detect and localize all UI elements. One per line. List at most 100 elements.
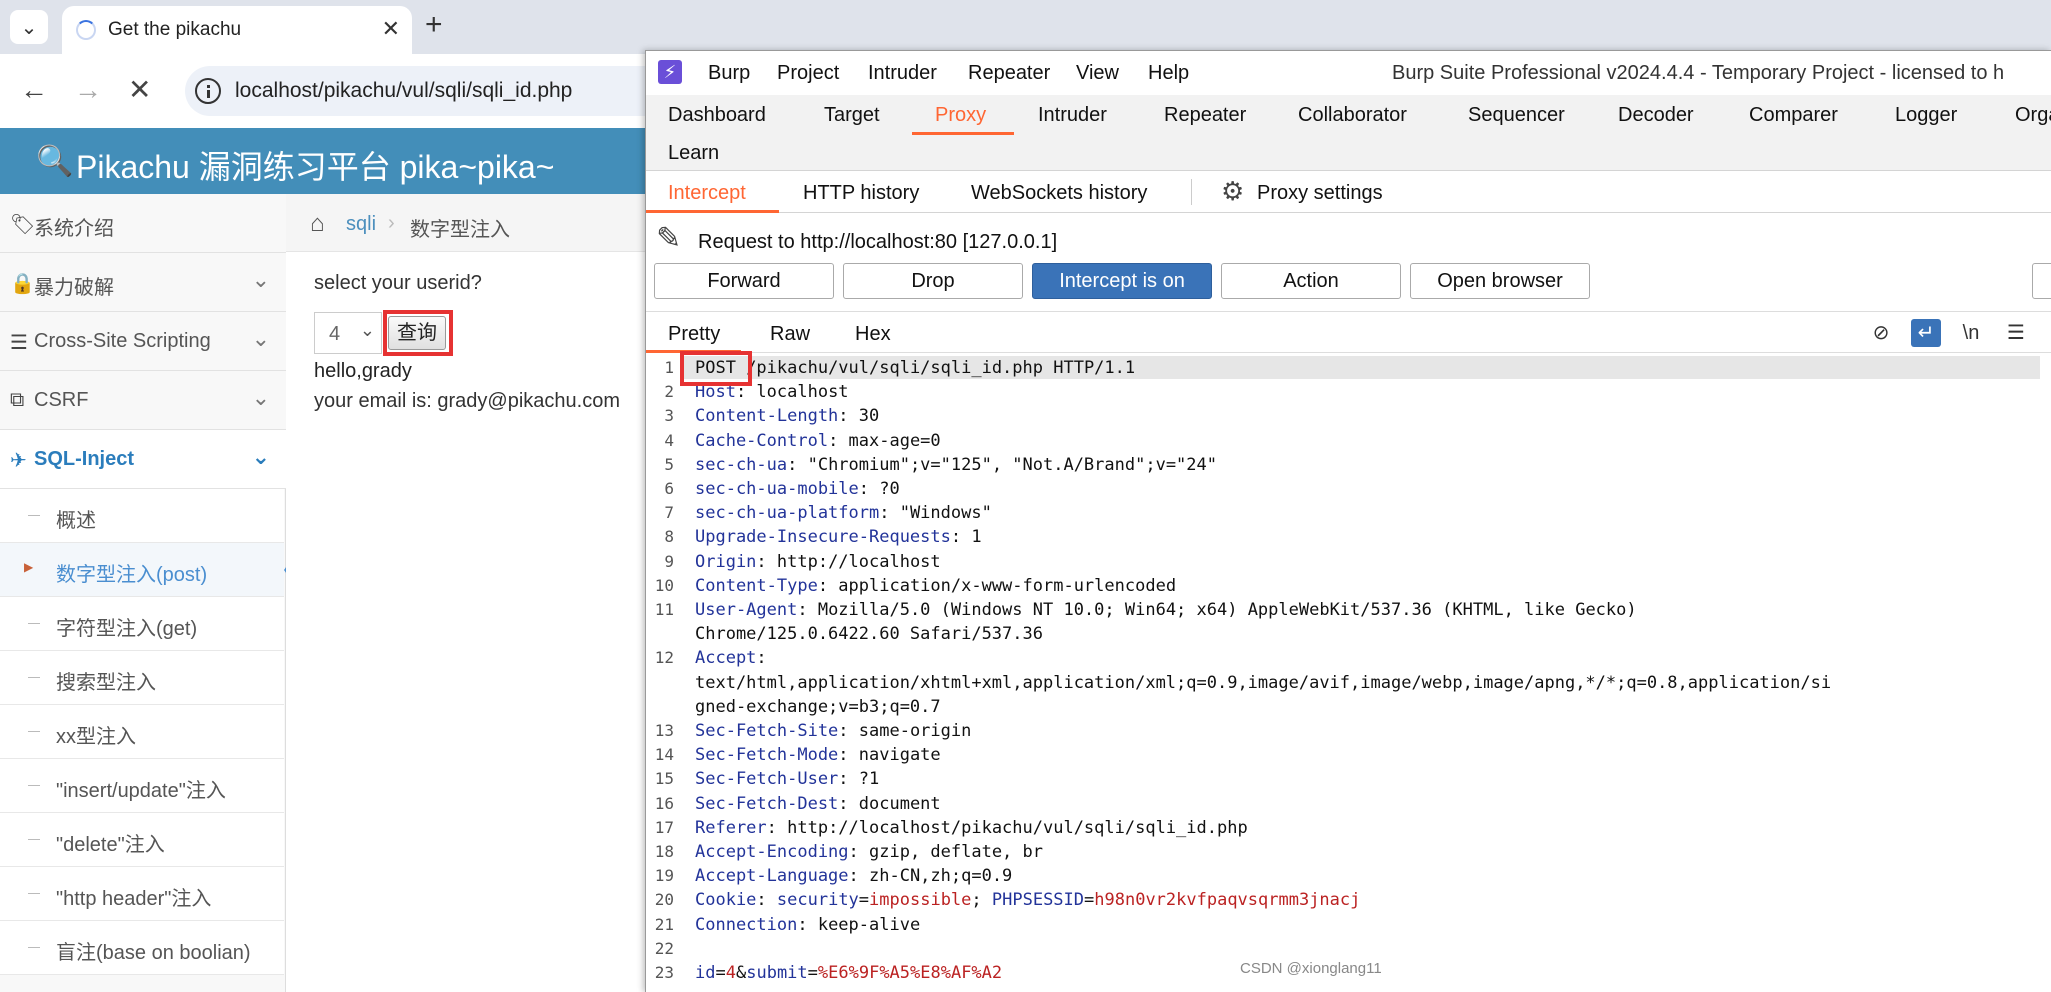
header-name: Sec-Fetch-Site (695, 721, 839, 741)
watermark: CSDN @xionglang11 (1240, 960, 1382, 977)
submenu-item[interactable]: 字符型注入(get) (0, 597, 284, 651)
submenu-item[interactable]: "insert/update"注入 (0, 759, 284, 813)
header-value-continuation: gned-exchange;v=b3;q=0.7 (695, 696, 941, 717)
menu-repeater[interactable]: Repeater (968, 62, 1050, 85)
subtab-websockets-history[interactable]: WebSockets history (971, 182, 1147, 205)
tab-organizer[interactable]: Orga (2015, 104, 2051, 127)
page-title[interactable]: Pikachu 漏洞练习平台 pika~pika~ (76, 142, 554, 188)
search-field[interactable] (2032, 263, 2051, 299)
newline-icon[interactable]: \n (1956, 319, 1986, 347)
wrap-lines-icon[interactable]: ↵ (1911, 319, 1941, 347)
sidebar: 🏷 系统介绍 🔒 暴力破解 ⌄ ☰ Cross-Site Scripting ⌄… (0, 194, 296, 992)
request-line: Accept: (695, 648, 777, 668)
submenu-item[interactable]: 搜索型注入 (0, 651, 284, 705)
highlight-box-method (680, 351, 752, 386)
request-line: Cache-Control: max-age=0 (695, 431, 941, 451)
header-value: : same-origin (838, 721, 972, 741)
line-number: 17 (654, 817, 674, 837)
submenu-item[interactable]: 盲注(base on boolian) (0, 921, 284, 975)
tab-intruder[interactable]: Intruder (1038, 104, 1107, 127)
editor-tab-raw[interactable]: Raw (770, 323, 810, 346)
tab-target[interactable]: Target (824, 104, 880, 127)
menu-view[interactable]: View (1076, 62, 1119, 85)
chevron-down-icon: ⌄ (251, 267, 270, 292)
sidebar-item-sqli[interactable]: ✈ SQL-Inject ⌄ (0, 430, 286, 489)
open-browser-button[interactable]: Open browser (1410, 263, 1590, 299)
tab-decoder[interactable]: Decoder (1618, 104, 1694, 127)
subtab-http-history[interactable]: HTTP history (803, 182, 919, 205)
gear-icon[interactable]: ⚙ (1221, 178, 1244, 204)
back-arrow-icon[interactable]: ← (20, 72, 48, 108)
line-number: 9 (664, 551, 674, 571)
menu-burp[interactable]: Burp (708, 62, 750, 85)
cookie-value: impossible (869, 890, 972, 911)
home-icon[interactable]: ⌂ (310, 210, 325, 238)
tab-comparer[interactable]: Comparer (1749, 104, 1838, 127)
request-line: User-Agent: Mozilla/5.0 (Windows NT 10.0… (695, 600, 1637, 620)
sidebar-item-intro[interactable]: 🏷 系统介绍 (0, 194, 286, 253)
submenu-item-active[interactable]: ▶ 数字型注入(post) (0, 543, 296, 597)
tab-sequencer[interactable]: Sequencer (1468, 104, 1565, 127)
subtab-intercept[interactable]: Intercept (668, 182, 746, 205)
proxy-settings-button[interactable]: Proxy settings (1257, 182, 1383, 205)
info-icon[interactable] (195, 78, 221, 104)
new-tab-button[interactable]: + (425, 10, 443, 40)
line-number: 10 (654, 575, 674, 595)
tab-learn[interactable]: Learn (668, 142, 719, 165)
tab-repeater[interactable]: Repeater (1164, 104, 1246, 127)
tab-collaborator[interactable]: Collaborator (1298, 104, 1407, 127)
close-icon[interactable]: ✕ (382, 16, 400, 42)
submenu-item-label: xx型注入 (56, 726, 136, 748)
submenu-item[interactable]: xx型注入 (0, 705, 284, 759)
param-value: 4 (725, 963, 736, 983)
sidebar-item-csrf[interactable]: ⧉ CSRF ⌄ (0, 371, 286, 430)
drop-button[interactable]: Drop (843, 263, 1023, 299)
submenu-item[interactable]: "http header"注入 (0, 867, 284, 921)
intercept-toggle-button[interactable]: Intercept is on (1032, 263, 1212, 299)
stop-loading-icon[interactable]: ✕ (128, 72, 151, 108)
forward-arrow-icon[interactable]: → (74, 72, 102, 108)
burp-main-tabs: Dashboard Target Proxy Intruder Repeater… (646, 95, 2051, 171)
burp-titlebar: ⚡ Burp Project Intruder Repeater View He… (646, 51, 2051, 95)
lock-icon: 🔒 (10, 273, 35, 295)
header-value: : document (838, 793, 941, 814)
request-line: sec-ch-ua: "Chromium";v="125", "Not.A/Br… (695, 455, 1217, 475)
submenu-item[interactable]: 概述 (0, 489, 284, 543)
header-value: : ?1 (838, 769, 880, 790)
url-text[interactable]: localhost/pikachu/vul/sqli/sqli_id.php (235, 79, 572, 103)
sidebar-item-xss[interactable]: ☰ Cross-Site Scripting ⌄ (0, 312, 286, 371)
request-editor[interactable]: 1 POST /pikachu/vul/sqli/sqli_id.php HTTP… (646, 351, 2051, 992)
tab-proxy[interactable]: Proxy (935, 104, 986, 127)
menu-help[interactable]: Help (1148, 62, 1189, 85)
cookie-name: security (776, 890, 859, 911)
action-button[interactable]: Action (1221, 263, 1401, 299)
menu-intruder[interactable]: Intruder (868, 62, 937, 85)
param-name: id (695, 963, 716, 983)
sidebar-item-bruteforce[interactable]: 🔒 暴力破解 ⌄ (0, 253, 286, 312)
editor-tab-pretty[interactable]: Pretty (668, 323, 720, 346)
forward-button[interactable]: Forward (654, 263, 834, 299)
browser-tab[interactable]: Get the pikachu ✕ (62, 6, 412, 54)
header-value: : Mozilla/5.0 (Windows NT 10.0; Win64; x… (797, 600, 1637, 620)
submenu-item[interactable]: "delete"注入 (0, 813, 284, 867)
userid-question: select your userid? (314, 272, 482, 294)
sidebar-item-label: SQL-Inject (34, 448, 135, 470)
eye-slash-icon[interactable]: ⊘ (1866, 319, 1896, 347)
request-line: Referer: http://localhost/pikachu/vul/sq… (695, 818, 1248, 838)
editor-tab-hex[interactable]: Hex (855, 323, 891, 346)
tab-dashboard[interactable]: Dashboard (668, 104, 766, 127)
active-tab-underline (912, 132, 1014, 135)
breadcrumb: ⌂ sqli › 数字型注入 (286, 194, 660, 252)
header-name: Sec-Fetch-User (695, 769, 839, 790)
submenu-item-label: 字符型注入(get) (56, 618, 198, 640)
breadcrumb-link[interactable]: sqli (346, 213, 376, 236)
menu-project[interactable]: Project (777, 62, 839, 85)
userid-select[interactable]: 4 ⌄ (314, 312, 382, 354)
tab-logger[interactable]: Logger (1895, 104, 1957, 127)
breadcrumb-separator: › (388, 212, 395, 234)
menu-icon[interactable]: ☰ (2001, 319, 2031, 347)
header-value: : gzip, deflate, br (848, 842, 1043, 862)
line-number: 21 (654, 914, 674, 934)
header-name: Sec-Fetch-Mode (695, 745, 839, 766)
tab-search-button[interactable]: ⌄ (10, 10, 48, 44)
